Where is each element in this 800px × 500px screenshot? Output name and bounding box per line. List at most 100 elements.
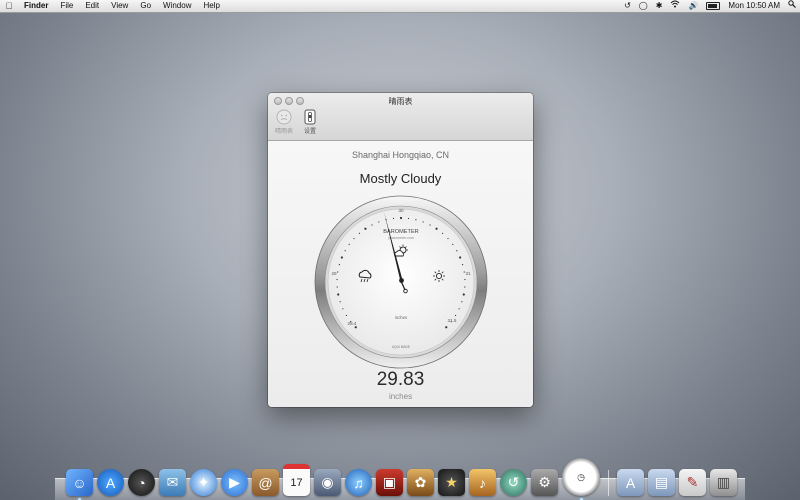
photo-booth-icon[interactable]: ◉ [314, 469, 341, 496]
gauge-brand-sub: ybarometer.com [388, 236, 414, 240]
gauge-tick [459, 256, 462, 259]
gauge-tick [392, 217, 395, 220]
garageband-icon[interactable]: ♪ [469, 469, 496, 496]
safari-icon[interactable]: ✦ [190, 469, 217, 496]
gauge-tick [445, 326, 448, 329]
system-preferences-icon[interactable]: ⚙ [531, 469, 558, 496]
location-label: Shanghai Hongqiao, CN [351, 150, 450, 160]
menu-view[interactable]: View [105, 0, 134, 12]
menu-edit[interactable]: Edit [79, 0, 105, 12]
menu-bar:  Finder File Edit View Go Window Help ↺… [0, 0, 800, 13]
gauge-tick [354, 326, 357, 329]
apple-menu-icon[interactable]:  [0, 1, 18, 11]
volume-status-icon[interactable]: 🔊 [684, 0, 702, 12]
finder-icon[interactable]: ☺ [66, 469, 93, 500]
gauge-tick [452, 243, 454, 245]
itunes-icon[interactable]: ♫ [345, 469, 372, 496]
gauge-tick [364, 227, 367, 230]
gauge-tick [415, 219, 417, 221]
status-area: ↺ ◯ ✱ 🔊 Mon 10:50 AM [620, 0, 800, 12]
gauge-tick [358, 232, 361, 234]
barometer-face-icon [276, 109, 292, 125]
pressure-reading: 29.83 [376, 369, 425, 390]
documents-folder-icon[interactable]: ▤ [648, 469, 675, 496]
gauge-tick [464, 278, 466, 281]
gauge-tick [336, 278, 338, 281]
gauge-scale-30: 30 [398, 208, 404, 213]
app-store-icon[interactable]: A [97, 469, 124, 496]
gauge-tick [342, 308, 344, 310]
dock: ☺ A ◔ ✉ ✦ ▶ @ 17 ◉ ♫ ▣ ✿ ★ ♪ ↺ ⚙ ◷ A ▤ ✎… [66, 458, 737, 500]
battery-status-icon[interactable] [706, 2, 721, 10]
imovie-icon[interactable]: ★ [438, 469, 465, 496]
gauge-scale-28-4: 28.4 [348, 321, 357, 326]
dashboard-icon[interactable]: ◔ [128, 469, 155, 496]
toolbar-barometer-label: 晴雨表 [274, 129, 293, 135]
gauge-tick [461, 301, 463, 303]
gauge-tick [339, 301, 341, 303]
gauge-tick [461, 264, 464, 266]
menu-clock[interactable]: Mon 10:50 AM [724, 0, 784, 12]
window-title: 晴雨表 [388, 97, 413, 106]
gauge-tick [340, 256, 343, 259]
time-machine-icon[interactable]: ↺ [500, 469, 527, 496]
gauge-tick [378, 221, 380, 223]
trash-icon[interactable]: ▥ [710, 469, 737, 496]
preview-icon[interactable]: ✎ [679, 469, 706, 496]
wifi-status-icon[interactable] [666, 0, 684, 12]
spotlight-search-icon[interactable] [784, 0, 800, 12]
gauge-tick [435, 227, 438, 230]
barometer-app-icon[interactable]: ◷ [562, 458, 600, 500]
settings-switch-icon [304, 109, 316, 125]
gauge-tick [464, 286, 466, 288]
dvd-player-icon[interactable]: ▣ [376, 469, 403, 496]
menu-finder[interactable]: Finder [18, 0, 54, 12]
gauge-tick [338, 264, 341, 266]
window-titlebar[interactable]: 晴雨表 晴雨表 设置 [268, 93, 533, 141]
applications-folder-icon[interactable]: A [617, 469, 644, 496]
toolbar-settings-button[interactable]: 设置 [297, 109, 323, 135]
condition-label: Mostly Cloudy [359, 171, 442, 186]
chat-status-icon[interactable]: ◯ [635, 0, 652, 12]
toolbar-settings-label: 设置 [303, 129, 316, 135]
gauge-tick [407, 217, 410, 220]
ical-day: 17 [290, 476, 303, 489]
window-content: Shanghai Hongqiao, CN Mostly Cloudy BARO… [268, 141, 533, 407]
gauge-bottom-label: AQUI MADE [392, 345, 410, 349]
barometer-window: 晴雨表 晴雨表 设置 Shanghai Hongqiao, CN Mostly … [268, 93, 533, 407]
mail-stamp-icon[interactable]: ✉ [159, 469, 186, 496]
gauge-scale-29: 29 [331, 271, 337, 276]
menu-help[interactable]: Help [197, 0, 225, 12]
gauge-tick [441, 232, 444, 234]
barometer-gauge: BAROMETER ybarometer.com 30 29 31 28.4 3… [314, 195, 488, 369]
toolbar-barometer-button[interactable]: 晴雨表 [271, 109, 297, 135]
bluetooth-status-icon[interactable]: ✱ [652, 0, 667, 12]
gauge-tick [462, 293, 465, 296]
menu-go[interactable]: Go [134, 0, 157, 12]
gauge-unit-label: inches [395, 315, 407, 320]
iphoto-icon[interactable]: ✿ [407, 469, 434, 496]
ical-icon[interactable]: 17 [283, 464, 310, 496]
gauge-tick [371, 224, 373, 226]
gauge-tick [454, 314, 457, 317]
facetime-icon[interactable]: ▶ [221, 469, 248, 496]
gauge-tick [337, 293, 340, 296]
gauge-tick [422, 221, 424, 223]
address-book-icon[interactable]: @ [252, 469, 279, 496]
time-machine-status-icon[interactable]: ↺ [620, 0, 635, 12]
gauge-tick [456, 250, 458, 252]
pressure-unit: inches [388, 392, 413, 401]
gauge-tick [429, 224, 431, 226]
gauge-tick [353, 237, 355, 240]
gauge-tick [337, 271, 339, 273]
menu-file[interactable]: File [54, 0, 79, 12]
gauge-tick [348, 243, 350, 245]
gauge-tick [458, 308, 460, 310]
menu-window[interactable]: Window [157, 0, 197, 12]
dock-separator [608, 470, 609, 496]
gauge-tick [336, 286, 338, 288]
gauge-scale-31-5: 31.5 [448, 318, 457, 323]
gauge-scale-31: 31 [465, 271, 471, 276]
gauge-tick [345, 314, 348, 317]
gauge-tick [399, 216, 403, 220]
